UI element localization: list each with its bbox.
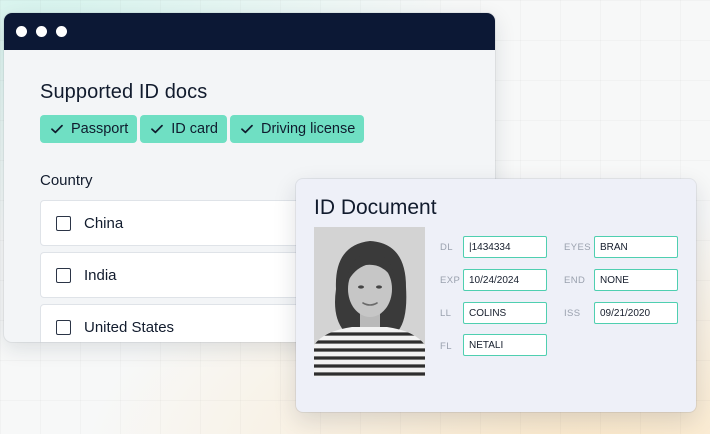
portrait-illustration (314, 227, 425, 377)
window-titlebar (4, 13, 495, 50)
end-input[interactable]: NONE (594, 269, 678, 291)
checkbox-icon[interactable] (56, 215, 71, 231)
chip-driving-license[interactable]: Driving license (229, 115, 365, 143)
chip-label: Driving license (260, 121, 356, 137)
field-label-eyes: EYES (564, 242, 591, 253)
country-label: Country (40, 172, 93, 189)
field-label-dl: DL (440, 242, 453, 253)
window-dot-icon[interactable] (16, 26, 27, 37)
ll-input[interactable]: COLINS (463, 302, 547, 324)
check-icon (151, 124, 164, 134)
portrait-photo (314, 227, 425, 377)
window-dot-icon[interactable] (36, 26, 47, 37)
iss-input[interactable]: 09/21/2020 (594, 302, 678, 324)
checkbox-icon[interactable] (56, 319, 71, 335)
eyes-input[interactable]: BRAN (594, 236, 678, 258)
chip-label: Passport (71, 121, 129, 137)
window-dot-icon[interactable] (56, 26, 67, 37)
field-label-iss: ISS (564, 308, 581, 319)
chip-passport[interactable]: Passport (40, 115, 138, 143)
supported-docs-title: Supported ID docs (40, 81, 208, 103)
id-document-title: ID Document (314, 196, 437, 219)
dl-input[interactable]: |1434334 (463, 236, 547, 258)
exp-input[interactable]: 10/24/2024 (463, 269, 547, 291)
doc-type-chips: Passport ID card Driving license (40, 115, 365, 143)
country-name: United States (84, 318, 175, 336)
field-label-end: END (564, 275, 586, 286)
country-name: China (84, 214, 124, 232)
check-icon (51, 124, 63, 134)
field-label-exp: EXP (440, 275, 461, 286)
field-label-ll: LL (440, 308, 452, 319)
checkbox-icon[interactable] (56, 267, 71, 283)
chip-label: ID card (171, 121, 218, 137)
chip-id-card[interactable]: ID card (140, 115, 227, 143)
field-label-fl: FL (440, 341, 452, 352)
country-name: India (84, 266, 117, 284)
check-icon (241, 124, 253, 134)
fl-input[interactable]: NETALI (463, 334, 547, 356)
id-document-card: ID Document DL |1434334 EXP 10/24/2024 L… (296, 179, 696, 412)
